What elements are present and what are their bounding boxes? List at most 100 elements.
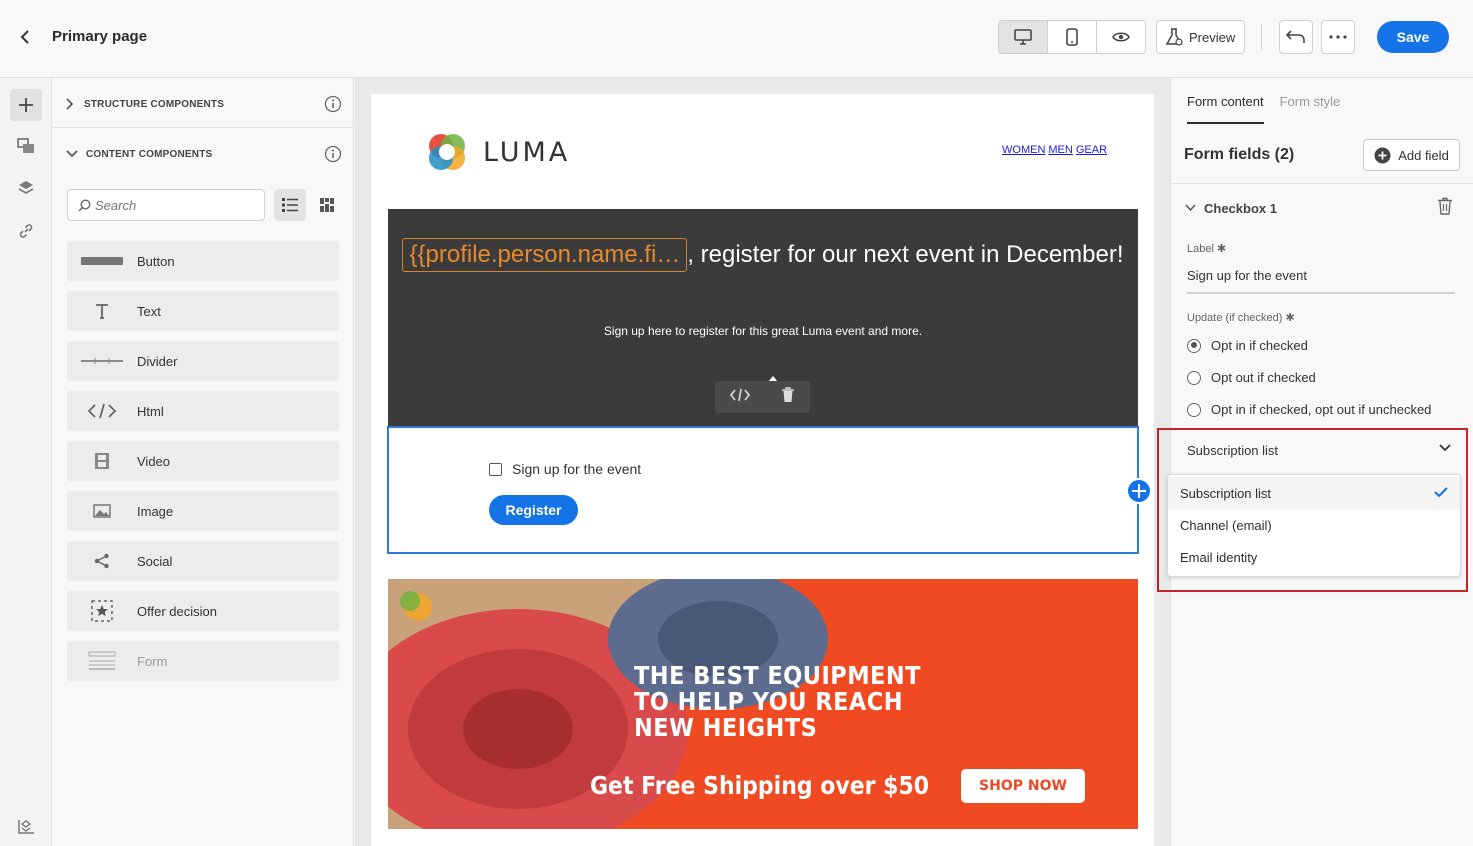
image-icon [67,504,137,518]
share-icon [67,553,137,569]
block-toolbar [715,381,810,413]
radio-label: Opt in if checked, opt out if unchecked [1211,402,1432,417]
banner-headline: THE BEST EQUIPMENT TO HELP YOU REACH NEW… [634,663,921,741]
component-label: Button [137,253,175,269]
simulate-view-button[interactable] [1097,21,1145,53]
grid-view-icon [320,198,334,212]
back-button[interactable] [14,26,36,48]
flask-icon [1165,28,1183,46]
list-view-button[interactable] [274,189,306,221]
grid-view-button[interactable] [311,189,343,221]
text-icon [67,303,137,319]
search-icon [78,198,91,211]
dropdown-option-email-identity[interactable]: Email identity [1168,541,1460,573]
component-label: Image [137,503,174,519]
shop-now-button[interactable]: SHOP NOW [961,769,1085,803]
structure-info-button[interactable] [324,95,342,118]
tab-form-style[interactable]: Form style [1280,94,1341,124]
promo-banner[interactable]: THE BEST EQUIPMENT TO HELP YOU REACH NEW… [388,579,1138,829]
add-field-button[interactable]: Add field [1363,139,1460,171]
dropdown-option-channel-email[interactable]: Channel (email) [1168,509,1460,541]
edit-html-button[interactable] [730,388,751,407]
save-button[interactable]: Save [1377,21,1449,53]
radio-opt-out[interactable]: Opt out if checked [1187,370,1316,385]
fragments-icon [17,138,34,153]
dropdown-option-subscription-list[interactable]: Subscription list [1168,477,1460,509]
validation-button[interactable] [10,810,42,842]
more-horizontal-icon [1329,35,1347,39]
radio-button[interactable] [1187,402,1201,417]
radio-button[interactable] [1187,370,1201,385]
signup-checkbox[interactable] [489,462,502,476]
desktop-view-button[interactable] [999,21,1048,53]
component-button[interactable]: Button [67,241,339,281]
editor-canvas: LUMA WOMEN MEN GEAR {{profile.person.nam… [355,78,1170,846]
nav-link-gear[interactable]: GEAR [1076,144,1107,156]
nav-link-women[interactable]: WOMEN [1002,144,1045,156]
component-offer-decision[interactable]: Offer decision [67,591,339,631]
structure-components-section[interactable]: STRUCTURE COMPONENTS [66,93,342,115]
signup-checkbox-label: Sign up for the event [512,461,642,477]
select-value: Subscription list [1187,442,1279,458]
add-components-button[interactable] [10,89,42,121]
fragments-button[interactable] [10,130,42,162]
label-caption: Label ✱ [1187,243,1227,255]
luma-logo: LUMA [425,130,585,174]
component-image[interactable]: Image [67,491,339,531]
more-actions-button[interactable] [1321,20,1355,54]
component-label: Form [137,653,168,669]
radio-opt-in-out[interactable]: Opt in if checked, opt out if unchecked [1187,402,1431,417]
component-label: Video [137,453,171,469]
register-button[interactable]: Register [489,495,578,525]
mobile-icon [1066,28,1078,46]
search-input[interactable] [95,197,255,213]
signup-checkbox-row[interactable]: Sign up for the event [489,461,641,477]
add-block-handle[interactable] [1126,478,1152,504]
info-icon [324,95,342,113]
content-components-label: CONTENT COMPONENTS [86,148,213,160]
radio-button[interactable] [1187,338,1201,353]
component-form[interactable]: Form [67,641,339,681]
plus-icon [19,98,33,112]
radio-opt-in[interactable]: Opt in if checked [1187,338,1308,353]
delete-block-button[interactable] [781,386,795,408]
component-label: Divider [137,353,178,369]
undo-button[interactable] [1279,20,1313,54]
components-panel: STRUCTURE COMPONENTS CONTENT COMPONENTS … [52,78,354,846]
component-html[interactable]: Html [67,391,339,431]
component-label: Offer decision [137,603,217,619]
hero-block[interactable]: {{profile.person.name.fi…, register for … [388,209,1138,426]
email-nav: WOMEN MEN GEAR [1002,144,1107,156]
desktop-icon [1014,29,1032,45]
section-divider [1171,183,1473,184]
form-block[interactable]: Sign up for the event Register [387,426,1152,554]
content-info-button[interactable] [324,145,342,168]
preview-button[interactable]: Preview [1156,20,1245,54]
hero-title-text: , register for our next event in Decembe… [687,241,1124,268]
links-button[interactable] [10,215,42,247]
label-field[interactable]: Sign up for the event [1187,268,1455,294]
delete-field-button[interactable] [1437,197,1455,217]
banner-line-3: NEW HEIGHTS [634,713,818,742]
component-social[interactable]: Social [67,541,339,581]
toolbar-divider [1261,24,1262,50]
view-mode-group [998,20,1146,54]
checkbox-1-section[interactable]: Checkbox 1 [1185,198,1460,218]
form-fields-title: Form fields (2) [1184,146,1295,163]
component-label: Text [137,303,161,319]
tab-form-content[interactable]: Form content [1187,94,1264,124]
component-divider[interactable]: Divider [67,341,339,381]
component-text[interactable]: Text [67,291,339,331]
mobile-view-button[interactable] [1048,21,1097,53]
checkbox-1-title: Checkbox 1 [1204,200,1277,216]
left-rail [0,78,52,846]
layers-button[interactable] [10,172,42,204]
personalization-token[interactable]: {{profile.person.name.fi… [402,238,688,272]
subscription-select[interactable]: Subscription list [1171,434,1465,466]
radio-label: Opt out if checked [1211,370,1316,385]
component-search[interactable] [67,189,265,221]
content-components-section[interactable]: CONTENT COMPONENTS [66,143,342,165]
chevron-right-icon [66,98,74,110]
nav-link-men[interactable]: MEN [1048,144,1072,156]
component-video[interactable]: Video [67,441,339,481]
